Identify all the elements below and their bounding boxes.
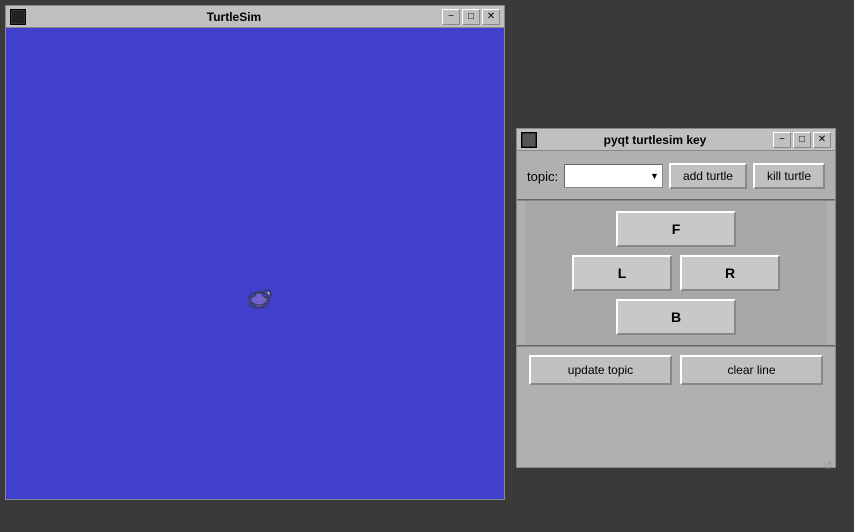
turtlesim-icon xyxy=(10,9,26,25)
turtle-canvas xyxy=(6,28,504,499)
turtle-sprite xyxy=(239,278,279,318)
turtlesim-titlebar: TurtleSim − □ ✕ xyxy=(6,6,504,28)
pyqt-titlebar: pyqt turtlesim key − □ ✕ xyxy=(517,129,835,151)
action-row: update topic clear line xyxy=(525,347,827,389)
forward-button[interactable]: F xyxy=(616,211,736,247)
forward-row: F xyxy=(616,211,736,247)
topic-select-wrapper xyxy=(564,164,663,188)
pyqt-content: topic: add turtle kill turtle F L R B xyxy=(517,151,835,397)
clear-line-button[interactable]: clear line xyxy=(680,355,823,385)
turtlesim-maximize-button[interactable]: □ xyxy=(462,9,480,25)
turtlesim-window: TurtleSim − □ ✕ xyxy=(5,5,505,500)
right-button[interactable]: R xyxy=(680,255,780,291)
pyqt-minimize-button[interactable]: − xyxy=(773,132,791,148)
turtlesim-minimize-button[interactable]: − xyxy=(442,9,460,25)
turtlesim-title: TurtleSim xyxy=(26,10,442,24)
pyqt-close-button[interactable]: ✕ xyxy=(813,132,831,148)
topic-select[interactable] xyxy=(564,164,663,188)
topic-label: topic: xyxy=(527,169,558,184)
turtlesim-controls: − □ ✕ xyxy=(442,9,500,25)
pyqt-title: pyqt turtlesim key xyxy=(537,133,773,147)
pyqt-icon xyxy=(521,132,537,148)
pyqt-controls: − □ ✕ xyxy=(773,132,831,148)
topic-row: topic: add turtle kill turtle xyxy=(525,159,827,193)
backward-row: B xyxy=(616,299,736,335)
turtlesim-close-button[interactable]: ✕ xyxy=(482,9,500,25)
kill-turtle-button[interactable]: kill turtle xyxy=(753,163,825,189)
pyqt-maximize-button[interactable]: □ xyxy=(793,132,811,148)
resize-grip[interactable] xyxy=(823,455,835,467)
pyqt-window: pyqt turtlesim key − □ ✕ topic: add turt… xyxy=(516,128,836,468)
update-topic-button[interactable]: update topic xyxy=(529,355,672,385)
left-button[interactable]: L xyxy=(572,255,672,291)
add-turtle-button[interactable]: add turtle xyxy=(669,163,747,189)
backward-button[interactable]: B xyxy=(616,299,736,335)
direction-area: F L R B xyxy=(525,201,827,345)
left-right-row: L R xyxy=(572,255,780,291)
